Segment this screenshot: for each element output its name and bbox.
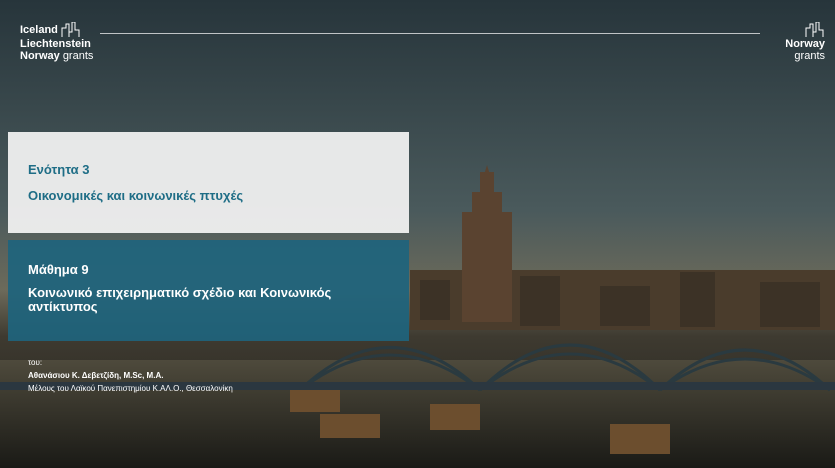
unit-label: Ενότητα 3	[28, 162, 90, 177]
logo-grants-word: grants	[62, 50, 94, 62]
city-bridge-background	[0, 0, 835, 468]
logo-norway-label: Norway	[785, 38, 825, 50]
flag-logo-icon	[805, 22, 824, 37]
unit-title: Οικονομικές και κοινωνικές πτυχές	[28, 188, 244, 203]
header-divider	[100, 33, 760, 34]
author-name: Αθανάσιου Κ. Δεβετζίδη, M.Sc, M.A.	[28, 371, 164, 380]
logo-grants-label: grants	[794, 50, 825, 62]
author-affiliation: Μέλους του Λαϊκού Πανεπιστημίου Κ.ΑΛ.Ο.,…	[28, 384, 233, 393]
author-block: του: Αθανάσιου Κ. Δεβετζίδη, M.Sc, M.A. …	[28, 356, 233, 395]
lesson-panel: Μάθημα 9 Κοινωνικό επιχειρηματικό σχέδιο…	[8, 240, 409, 341]
title-slide: Iceland Liechtenstein Norway grants Norw…	[0, 0, 835, 468]
eea-grants-logo: Iceland Liechtenstein Norway grants	[20, 22, 93, 62]
author-by-label: του:	[28, 358, 43, 367]
logo-country-norway: Norway	[20, 50, 60, 62]
lesson-title: Κοινωνικό επιχειρηματικό σχέδιο και Κοιν…	[28, 285, 332, 314]
unit-panel: Ενότητα 3 Οικονομικές και κοινωνικές πτυ…	[8, 132, 409, 233]
logo-country-liechtenstein: Liechtenstein	[20, 38, 91, 50]
flag-logo-icon	[61, 22, 80, 37]
logo-country-iceland: Iceland	[20, 23, 58, 36]
lesson-label: Μάθημα 9	[28, 262, 89, 277]
norway-grants-logo: Norway grants	[785, 22, 825, 62]
